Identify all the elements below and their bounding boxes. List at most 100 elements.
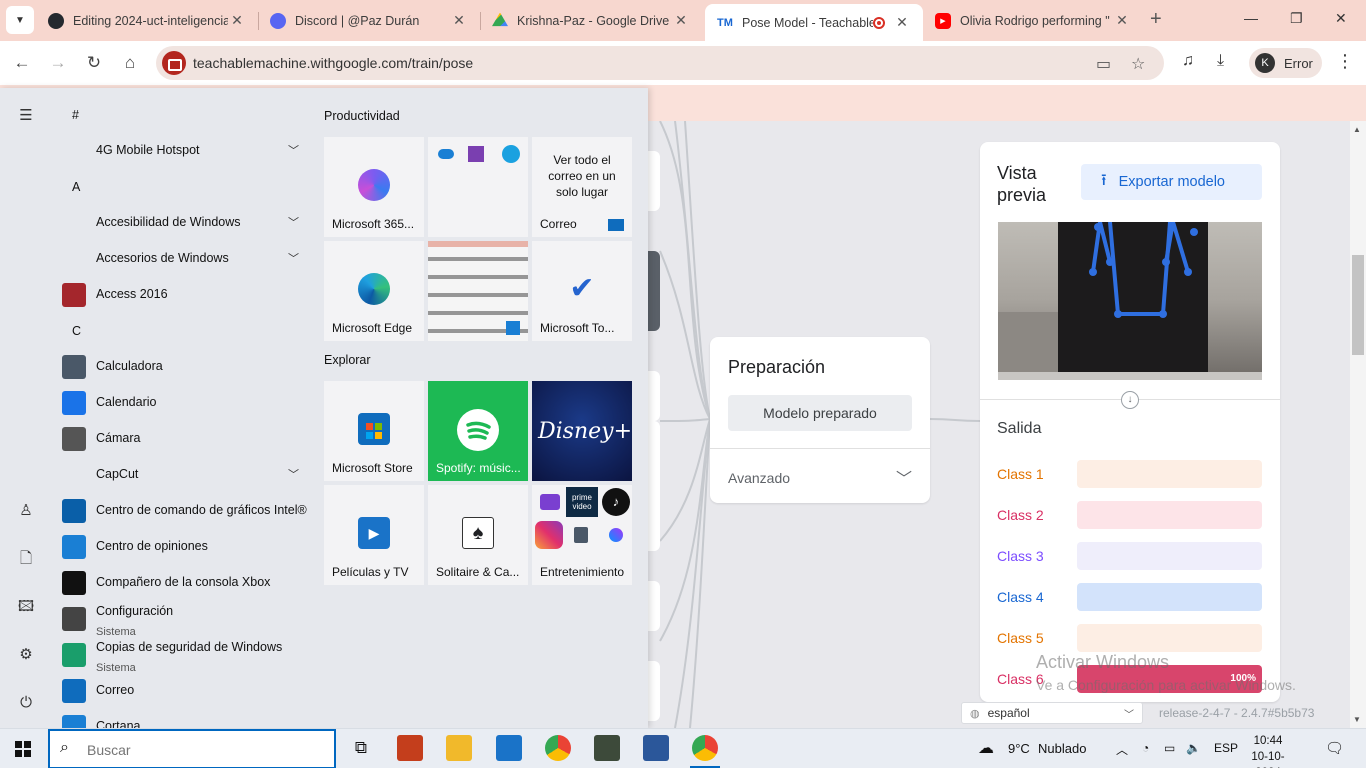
windows-start-icon[interactable] — [15, 741, 31, 757]
app-folder[interactable]: Accesorios de Windows ﹀ — [62, 242, 307, 276]
app-list-letter[interactable]: # — [72, 108, 79, 122]
home-button[interactable]: ⌂ — [118, 51, 142, 75]
forward-button[interactable]: → — [46, 51, 70, 75]
output-title: Salida — [997, 420, 1042, 437]
chrome-profile-icon[interactable] — [692, 735, 718, 761]
camera-in-use-icon[interactable] — [162, 51, 186, 75]
file-explorer-icon[interactable] — [446, 735, 472, 761]
preview-card: Vista previa ⭱ Exportar modelo ↓ Salida … — [980, 142, 1280, 702]
download-icon[interactable]: ⤓ — [1217, 52, 1224, 70]
restore-button[interactable]: ❐ — [1290, 10, 1303, 27]
tile-solitaire[interactable]: ♠ Solitaire & Ca... — [428, 485, 528, 585]
advanced-toggle-label[interactable]: Avanzado — [728, 470, 790, 486]
app-folder[interactable]: Accesibilidad de Windows ﹀ — [62, 206, 307, 240]
tile-disney-plus[interactable]: Disney+ — [532, 381, 632, 481]
powerpoint-icon[interactable] — [397, 735, 423, 761]
close-icon[interactable]: ✕ — [893, 14, 911, 31]
tile-spotify[interactable]: Spotify: músic... — [428, 381, 528, 481]
media-queue-icon[interactable]: ♫ — [1182, 52, 1194, 70]
close-icon[interactable]: ✕ — [228, 12, 246, 29]
app-list-item[interactable]: Copias de seguridad de Windows Sistema — [62, 638, 307, 674]
close-window-button[interactable]: ✕ — [1335, 10, 1347, 27]
url-text[interactable]: teachablemachine.withgoogle.com/train/po… — [193, 55, 473, 71]
app-list-item[interactable]: Compañero de la consola Xbox — [62, 566, 307, 600]
network-icon[interactable]: ◔ — [1142, 741, 1149, 755]
weather-temp[interactable]: 9°C — [1008, 741, 1030, 756]
weather-text[interactable]: Nublado — [1038, 741, 1086, 756]
reload-button[interactable]: ↻ — [82, 51, 106, 75]
browser-toolbar: ← → ↻ ⌂ teachablemachine.withgoogle.com/… — [0, 41, 1366, 85]
tile-peliculas[interactable]: ▶ Películas y TV — [324, 485, 424, 585]
tile-store[interactable]: Microsoft Store — [324, 381, 424, 481]
app-list-letter[interactable]: C — [72, 324, 81, 338]
task-view-icon[interactable]: ⧉ — [348, 735, 374, 761]
app-list-item[interactable]: Configuración Sistema — [62, 602, 307, 638]
input-language[interactable]: ESP — [1214, 741, 1238, 755]
taskbar-search[interactable]: ⌕ — [48, 729, 336, 768]
tab-github[interactable]: Editing 2024-uct-inteligencia ✕ — [36, 4, 258, 37]
app-list-item[interactable]: Cámara — [62, 422, 307, 456]
camera-blocked-icon[interactable]: ▭ — [1096, 54, 1111, 74]
address-bar[interactable]: teachablemachine.withgoogle.com/train/po… — [156, 46, 1164, 80]
class-output-row: Class 5 — [997, 624, 1262, 652]
app-folder[interactable]: 4G Mobile Hotspot ﹀ — [62, 134, 307, 168]
tab-search-button[interactable]: ▼ — [6, 6, 34, 34]
chevron-down-icon[interactable]: ﹀ — [896, 465, 912, 489]
app-list-letter[interactable]: A — [72, 180, 80, 194]
tile-edge[interactable]: Microsoft Edge — [324, 241, 424, 341]
documents-icon[interactable]: 🗋 — [16, 549, 36, 569]
app-list-item[interactable]: Calculadora — [62, 350, 307, 384]
app-folder[interactable]: CapCut ﹀ — [62, 458, 307, 492]
bookmark-star-icon[interactable]: ☆ — [1131, 54, 1145, 74]
search-input[interactable] — [87, 739, 327, 761]
power-icon[interactable]: ⏻ — [16, 693, 36, 713]
close-icon[interactable]: ✕ — [1113, 12, 1131, 29]
tab-youtube[interactable]: ▶ Olivia Rodrigo performing " ✕ — [923, 4, 1143, 37]
tile-entretenimiento[interactable]: prime video ♪ Entretenimiento — [532, 485, 632, 585]
back-button[interactable]: ← — [10, 51, 34, 75]
chrome-icon[interactable] — [545, 735, 571, 761]
volume-icon[interactable]: 🔈 — [1186, 741, 1201, 755]
tile-todo[interactable]: ✔ Microsoft To... — [532, 241, 632, 341]
app-list-item[interactable]: Access 2016 — [62, 278, 307, 312]
activation-watermark-text: Ve a Configuración para activar Windows. — [1036, 677, 1296, 693]
app-name: Calendario — [96, 395, 157, 409]
battery-icon[interactable]: ▭ — [1164, 741, 1175, 755]
training-card: Preparación Modelo preparado Avanzado ﹀ — [710, 337, 930, 503]
scrollbar-thumb[interactable] — [1352, 255, 1364, 355]
app-list-item[interactable]: Cortana — [62, 710, 307, 728]
app-list-item[interactable]: Calendario — [62, 386, 307, 420]
language-select[interactable]: ◍ español ﹀ — [961, 702, 1143, 724]
media-app-icon[interactable] — [594, 735, 620, 761]
app-list-item[interactable]: Centro de comando de gráficos Intel® — [62, 494, 307, 528]
export-model-button[interactable]: ⭱ Exportar modelo — [1081, 164, 1262, 200]
tab-discord[interactable]: Discord | @Paz Durán ✕ — [258, 4, 480, 37]
tile-correo[interactable]: Ver todo el correo en un solo lugar Corr… — [532, 137, 632, 237]
clock[interactable]: 10:44 10-10-2024 — [1243, 733, 1293, 768]
weather-icon[interactable]: ☁ — [978, 738, 994, 758]
page-scrollbar[interactable]: ▲ ▼ — [1350, 121, 1366, 728]
menu-kebab-icon[interactable]: ⋮ — [1336, 51, 1354, 72]
tile-microsoft-365[interactable]: Microsoft 365... — [324, 137, 424, 237]
train-model-button[interactable]: Modelo preparado — [728, 395, 912, 431]
new-tab-button[interactable]: + — [1150, 8, 1162, 31]
word-icon[interactable] — [643, 735, 669, 761]
tile-office-apps[interactable] — [428, 137, 528, 237]
hamburger-menu-icon[interactable]: ☰ — [16, 106, 36, 126]
tab-drive[interactable]: Krishna-Paz - Google Drive ✕ — [480, 4, 702, 37]
tab-teachable[interactable]: TM Pose Model - Teachable ✕ — [705, 4, 923, 41]
user-account-icon[interactable]: ♙ — [16, 501, 36, 521]
mail-icon[interactable] — [496, 735, 522, 761]
tile-photos[interactable] — [428, 241, 528, 341]
pictures-icon[interactable]: 🖾 — [16, 597, 36, 617]
app-list-item[interactable]: Correo — [62, 674, 307, 708]
chevron-up-icon[interactable]: ︿ — [1116, 741, 1128, 758]
profile-button[interactable]: K Error — [1249, 48, 1322, 78]
release-version: release-2-4-7 - 2.4.7#5b5b73 — [1159, 706, 1315, 720]
app-list-item[interactable]: Centro de opiniones — [62, 530, 307, 564]
close-icon[interactable]: ✕ — [450, 12, 468, 29]
notifications-icon[interactable]: 🗨 — [1325, 739, 1344, 757]
settings-gear-icon[interactable]: ⚙ — [16, 645, 36, 665]
close-icon[interactable]: ✕ — [672, 12, 690, 29]
minimize-button[interactable]: — — [1244, 10, 1258, 26]
